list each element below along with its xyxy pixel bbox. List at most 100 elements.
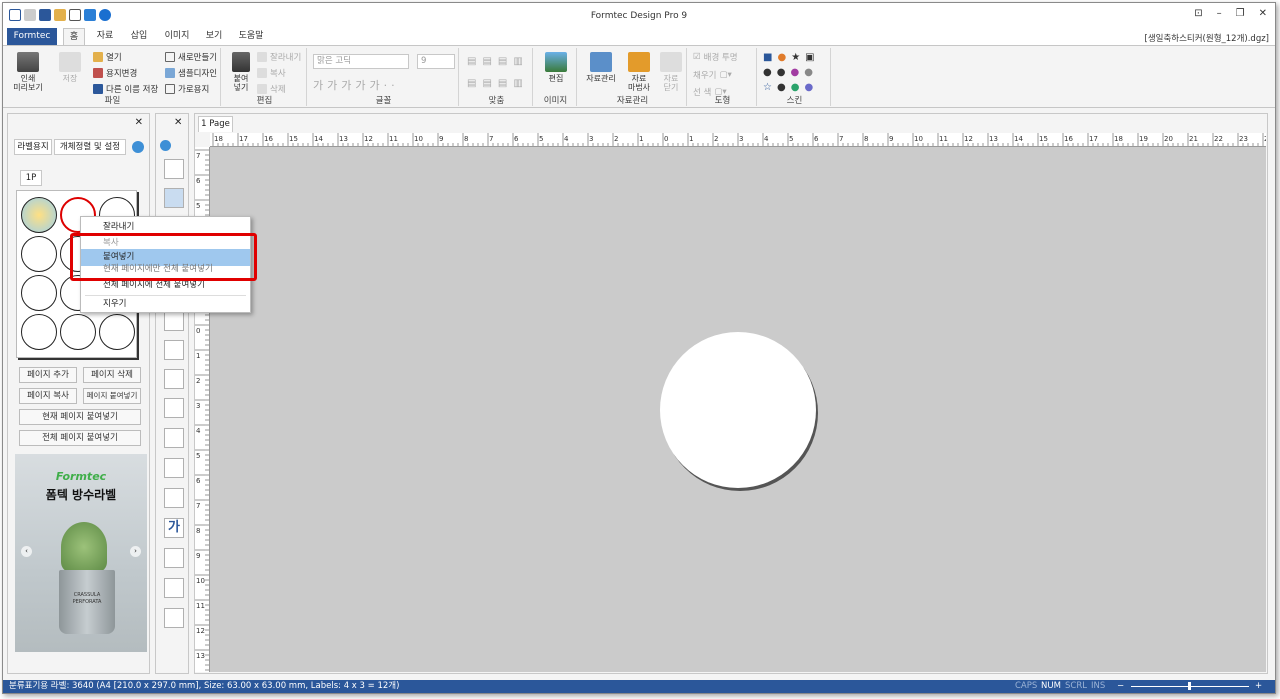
page-paste-button[interactable]: 페이지 붙여넣기 [83,388,141,404]
close-button[interactable]: ✕ [1259,8,1267,19]
hruler-label: 4 [764,135,769,143]
move-tool-icon[interactable] [164,188,184,208]
select-tool-icon[interactable] [164,159,184,179]
vruler-label: 7 [196,502,200,510]
hruler-label: 11 [389,135,398,143]
tab-formtec[interactable]: Formtec [7,28,57,45]
group-image: 편집 이미지 [535,48,577,106]
hruler-label: 12 [364,135,373,143]
photo-tool-icon[interactable] [164,428,184,448]
menu-item-delete[interactable]: 지우기 [81,296,250,313]
skin-swatches-row2[interactable]: ● ● ● ● [763,67,815,78]
image-icon [545,52,567,72]
ad-title: 폼텍 방수라벨 [45,488,117,502]
barcode2-tool-icon[interactable] [164,398,184,418]
data-folder-icon [590,52,612,72]
text-tool-icon[interactable]: 가 [164,518,184,538]
minimize-button[interactable]: – [1217,8,1222,19]
design-canvas[interactable] [210,147,1266,672]
page-thumb-tab[interactable]: 1P [20,170,42,186]
group-file: 인쇄 미리보기 저장 열기 용지변경 다른 이름 저장 새로만들기 샘플디자인 가… [5,48,221,106]
paper-change-button[interactable]: 용지변경 [93,67,137,79]
toolcol-close-icon[interactable]: ✕ [174,117,182,128]
tab-help[interactable]: 도움말 [235,28,267,45]
maximize-button[interactable]: ❐ [1236,8,1245,19]
barcode-tool-icon[interactable] [164,369,184,389]
data-wizard-button[interactable]: 자료 마법사 [623,52,655,92]
ribbon-tabs: Formtec 홈 자료 삽입 이미지 보기 도움말 [3,28,1275,45]
bg-transparent-checkbox[interactable]: ☑ 배경 투명 [693,51,738,63]
cut-button[interactable]: 잘라내기 [257,51,301,63]
image-tool-icon[interactable] [164,548,184,568]
hruler-label: 23 [1239,135,1248,143]
align-buttons-row1[interactable]: ▤▤▤▥ [467,56,529,67]
skin-swatches-row1[interactable]: ■ ● ★ ▣ [763,52,817,63]
data-manage-button[interactable]: 자료관리 [583,52,619,83]
save-button[interactable]: 저장 [55,52,85,83]
print-preview-button[interactable]: 인쇄 미리보기 [11,52,45,92]
hruler-label: 24 [1264,135,1266,143]
hruler-label: 6 [814,135,819,143]
hruler-label: 15 [1039,135,1048,143]
vruler-label: 6 [196,477,201,485]
font-style-buttons[interactable]: 가가가가가·· [313,77,399,93]
group-label-font: 글꼴 [375,96,392,106]
skin-swatches-row3[interactable]: ☆ ● ● ● [763,82,815,93]
zoom-in-icon[interactable]: + [1255,680,1262,692]
font-size-select[interactable]: 9 [417,54,455,69]
tab-data[interactable]: 자료 [93,28,117,45]
background-tool-icon[interactable] [164,578,184,598]
data-close-button[interactable]: 자료 닫기 [657,52,685,92]
tab-image[interactable]: 이미지 [161,28,193,45]
panel-next-icon[interactable] [132,141,144,153]
text-effect-tool-icon[interactable] [164,311,184,331]
disc-tool-icon[interactable] [164,608,184,628]
hruler-label: 8 [864,135,868,143]
hruler-label: 5 [789,135,793,143]
paste-button[interactable]: 붙여 넣기 [227,52,255,92]
paper-icon [93,68,103,78]
hruler-label: 8 [464,135,468,143]
hruler-label: 2 [614,135,618,143]
circle-label-object[interactable] [660,332,816,488]
zoom-slider-handle[interactable] [1188,682,1191,690]
tab-home[interactable]: 홈 [63,28,85,45]
toolcol-next-icon[interactable] [160,140,171,151]
document-tool-icon[interactable] [164,488,184,508]
group-skin: ■ ● ★ ▣ ● ● ● ● ☆ ● ● ● 스킨 [759,48,831,106]
vruler-label: 5 [196,452,200,460]
tab-object-align[interactable]: 개체정렬 및 설정 [54,139,126,155]
hruler-label: 0 [664,135,668,143]
page-delete-button[interactable]: 페이지 삭제 [83,367,141,383]
align-buttons-row2[interactable]: ▤▤▤▥ [467,78,529,89]
ad-next-icon[interactable]: › [130,546,141,557]
ad-pot-text2: PERFORATA [72,599,102,605]
page-add-button[interactable]: 페이지 추가 [19,367,77,383]
image-edit-button[interactable]: 편집 [539,52,573,83]
fill-color-picker[interactable]: 채우기 ▢▾ [693,69,732,81]
vruler-label: 11 [196,602,205,610]
copy-button[interactable]: 복사 [257,67,286,79]
panel-close-icon[interactable]: ✕ [135,117,143,128]
tab-label-paper[interactable]: 라벨용지 [14,139,52,155]
zoom-out-icon[interactable]: − [1117,680,1124,692]
tab-view[interactable]: 보기 [203,28,225,45]
qrcode-tool-icon[interactable] [164,340,184,360]
tab-insert[interactable]: 삽입 [127,28,151,45]
file-path: [생일축하스티커(원형_12개).dgz] [1144,34,1270,44]
table-tool-icon[interactable] [164,458,184,478]
restore-ribbon-icon[interactable]: ⊡ [1194,8,1202,19]
hruler-label: 15 [289,135,298,143]
paste-all-pages-button[interactable]: 전체 페이지 붙여넣기 [19,430,141,446]
font-name-select[interactable]: 맑은 고딕 [313,54,409,69]
paste-current-page-button[interactable]: 현재 페이지 붙여넣기 [19,409,141,425]
open-button[interactable]: 열기 [93,51,122,63]
ad-banner[interactable]: Formtec 폼텍 방수라벨 CRASSULA PERFORATA ‹ › [15,454,147,652]
page-copy-button[interactable]: 페이지 복사 [19,388,77,404]
sample-design-button[interactable]: 샘플디자인 [165,67,217,79]
new-button[interactable]: 새로만들기 [165,51,217,63]
save-as-icon [93,84,103,94]
save-disk-icon [59,52,81,72]
page-tab[interactable]: 1 Page [198,116,233,132]
ad-prev-icon[interactable]: ‹ [21,546,32,557]
